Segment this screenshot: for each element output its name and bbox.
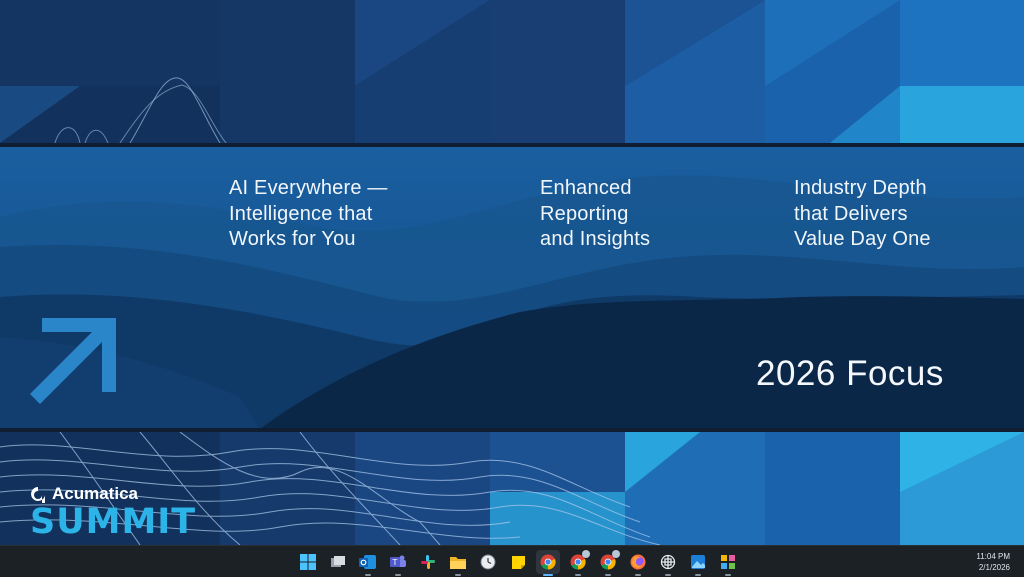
slide-title: 2026 Focus — [756, 354, 944, 393]
profile-badge-icon — [612, 550, 620, 558]
profile-badge-icon — [582, 550, 590, 558]
photos-icon[interactable] — [686, 550, 710, 576]
file-explorer-icon[interactable] — [446, 550, 470, 576]
clock-app-icon[interactable] — [476, 550, 500, 574]
sticky-notes-icon[interactable] — [506, 550, 530, 574]
chrome-icon[interactable] — [596, 550, 620, 576]
outlook-icon[interactable] — [356, 550, 380, 576]
logo-brand-text: Acumatica — [52, 484, 138, 503]
firefox-icon[interactable] — [626, 550, 650, 576]
system-clock[interactable]: 11:04 PM 2/1/2026 — [976, 551, 1010, 573]
focus-point-reporting: Enhanced Reporting and Insights — [540, 177, 651, 250]
svg-text:T: T — [392, 558, 398, 567]
chrome-icon[interactable] — [536, 550, 560, 576]
chatgpt-icon[interactable] — [656, 550, 680, 576]
clock-date: 2/1/2026 — [978, 563, 1010, 572]
top-geometric-band — [0, 0, 1024, 143]
focus-point-ai: AI Everywhere — Intelligence that Works … — [229, 177, 388, 250]
windows-start-icon[interactable] — [296, 550, 320, 574]
up-right-arrow-icon — [30, 318, 116, 404]
taskbar: T 11:04 PM 2/1/2026 — [0, 545, 1024, 577]
presentation-slide: AI Everywhere — Intelligence that Works … — [0, 0, 1024, 545]
taskbar-icons: T — [296, 550, 740, 576]
slack-icon[interactable] — [416, 550, 440, 574]
chrome-icon[interactable] — [566, 550, 590, 576]
task-view-icon[interactable] — [326, 550, 350, 574]
teams-icon[interactable]: T — [386, 550, 410, 576]
clock-time: 11:04 PM — [976, 552, 1010, 561]
snip-tool-icon[interactable] — [716, 550, 740, 576]
logo-event-text: SUMMIT — [30, 502, 197, 542]
focus-point-industry: Industry Depth that Delivers Value Day O… — [794, 177, 931, 250]
